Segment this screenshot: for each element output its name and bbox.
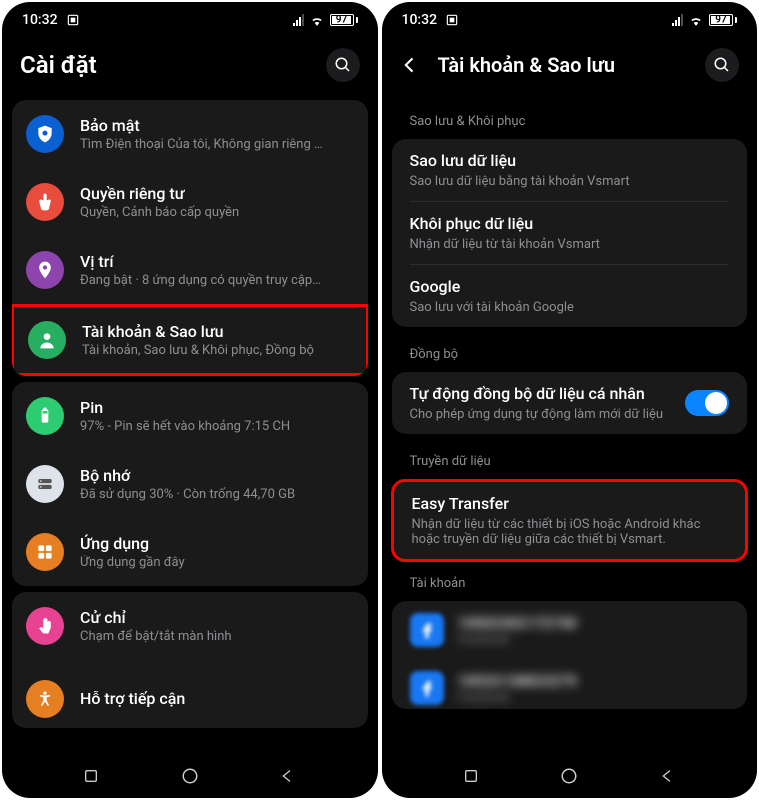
item-location[interactable]: Vị trí Đang bật · 8 ứng dụng có quyền tr… [12,236,368,304]
account-provider: Facebook [458,632,577,646]
settings-list[interactable]: Bảo mật Tìm Điện thoại Của tôi, Không gi… [2,100,378,754]
account-id: 10002302172740 [458,614,577,632]
section-backup-restore: Sao lưu & Khôi phục [392,100,748,139]
item-auto-sync[interactable]: Tự động đồng bộ dữ liệu cá nhân Cho phép… [392,372,748,434]
account-id: 10032138823279 [458,672,577,690]
search-button[interactable] [326,48,360,82]
item-account-backup[interactable]: Tài khoản & Sao lưu Tài khoản, Sao lưu &… [12,304,368,376]
item-sub: Ứng dụng gần đây [80,555,354,570]
item-battery[interactable]: Pin 97% - Pin sẽ hết vào khoảng 7:15 CH [12,382,368,450]
item-easy-transfer[interactable]: Easy Transfer Nhận dữ liệu từ các thiết … [394,482,746,559]
nav-recent[interactable] [451,756,491,796]
battery-circle-icon [26,397,64,435]
item-storage[interactable]: Bộ nhớ Đã sử dụng 30% · Còn trống 44,70 … [12,450,368,518]
phone-right: 10:32 97 Tài khoản & Sao lưu [382,2,758,798]
item-google[interactable]: Google Sao lưu với tài khoản Google [392,265,748,327]
page-title: Cài đặt [20,51,97,79]
auto-sync-toggle[interactable] [685,390,729,416]
accessibility-icon [26,680,64,718]
item-security[interactable]: Bảo mật Tìm Điện thoại Của tôi, Không gi… [12,100,368,168]
gesture-icon [26,607,64,645]
item-label: Easy Transfer [412,494,728,513]
item-label: Tài khoản & Sao lưu [82,322,352,341]
item-sub: Nhận dữ liệu từ các thiết bị iOS hoặc An… [412,517,728,547]
search-icon [713,56,731,74]
item-label: Ứng dụng [80,534,354,553]
nav-bar [382,754,758,798]
item-restore-data[interactable]: Khôi phục dữ liệu Nhận dữ liệu từ tài kh… [392,202,748,264]
screenshot-icon [445,13,459,27]
screenshot-icon [66,13,80,27]
item-label: Quyền riêng tư [80,184,354,203]
item-apps[interactable]: Ứng dụng Ứng dụng gần đây [12,518,368,586]
page-title: Tài khoản & Sao lưu [438,53,615,77]
location-icon [26,251,64,289]
storage-icon [26,465,64,503]
wifi-icon [689,14,703,26]
item-sub: Cho phép ứng dụng tự động làm mới dữ liệ… [410,407,674,422]
item-label: Pin [80,398,354,417]
hand-icon [26,183,64,221]
item-gesture[interactable]: Cử chỉ Chạm để bật/tắt màn hình [12,592,368,660]
item-sub: Đang bật · 8 ứng dụng có quyền truy cập… [80,273,354,288]
item-label: Khôi phục dữ liệu [410,214,730,233]
search-button[interactable] [705,48,739,82]
nav-back[interactable] [268,756,308,796]
battery-icon: 97 [709,14,737,26]
item-backup-data[interactable]: Sao lưu dữ liệu Sao lưu dữ liệu bằng tài… [392,139,748,201]
status-time: 10:32 [402,12,438,28]
item-accessibility[interactable]: Hỗ trợ tiếp cận [12,660,368,728]
battery-icon: 97 [330,14,358,26]
item-label: Hỗ trợ tiếp cận [80,689,354,708]
backup-header: Tài khoản & Sao lưu [382,38,758,100]
phone-left: 10:32 97 Cài đặt [2,2,378,798]
shield-icon [26,115,64,153]
nav-recent[interactable] [71,756,111,796]
nav-bar [2,754,378,798]
nav-home[interactable] [549,756,589,796]
item-sub: Sao lưu dữ liệu bằng tài khoản Vsmart [410,174,730,189]
nav-home[interactable] [170,756,210,796]
section-accounts: Tài khoản [392,562,748,601]
item-sub: Sao lưu với tài khoản Google [410,300,730,315]
item-sub: Quyền, Cảnh báo cấp quyền [80,205,354,220]
item-label: Sao lưu dữ liệu [410,151,730,170]
item-sub: Tìm Điện thoại Của tôi, Không gian riêng… [80,137,354,152]
wifi-icon [310,14,324,26]
account-row[interactable]: 10002302172740 Facebook [392,601,748,659]
item-label: Vị trí [80,252,354,271]
item-label: Bộ nhớ [80,466,354,485]
item-sub: Nhận dữ liệu từ tài khoản Vsmart [410,237,730,252]
status-time: 10:32 [22,12,58,28]
account-provider: Facebook [458,690,577,704]
section-sync: Đồng bộ [392,333,748,372]
section-transfer: Truyền dữ liệu [392,440,748,479]
search-icon [334,56,352,74]
settings-header: Cài đặt [2,38,378,100]
item-sub: 97% - Pin sẽ hết vào khoảng 7:15 CH [80,419,354,434]
apps-icon [26,533,64,571]
status-bar: 10:32 97 [382,2,758,38]
facebook-icon [410,613,444,647]
item-label: Tự động đồng bộ dữ liệu cá nhân [410,384,674,403]
nav-back[interactable] [648,756,688,796]
facebook-icon [410,671,444,705]
item-privacy[interactable]: Quyền riêng tư Quyền, Cảnh báo cấp quyền [12,168,368,236]
backup-list[interactable]: Sao lưu & Khôi phục Sao lưu dữ liệu Sao … [382,100,758,754]
item-label: Google [410,277,730,296]
status-bar: 10:32 97 [2,2,378,38]
back-button[interactable] [400,55,420,75]
item-sub: Chạm để bật/tắt màn hình [80,629,354,644]
signal-icon [672,14,683,26]
item-label: Bảo mật [80,116,354,135]
person-icon [28,321,66,359]
item-sub: Tài khoản, Sao lưu & Khôi phục, Đồng bộ [82,343,352,358]
item-label: Cử chỉ [80,608,354,627]
account-row[interactable]: 10032138823279 Facebook [392,659,748,709]
signal-icon [293,14,304,26]
item-sub: Đã sử dụng 30% · Còn trống 44,70 GB [80,487,354,502]
